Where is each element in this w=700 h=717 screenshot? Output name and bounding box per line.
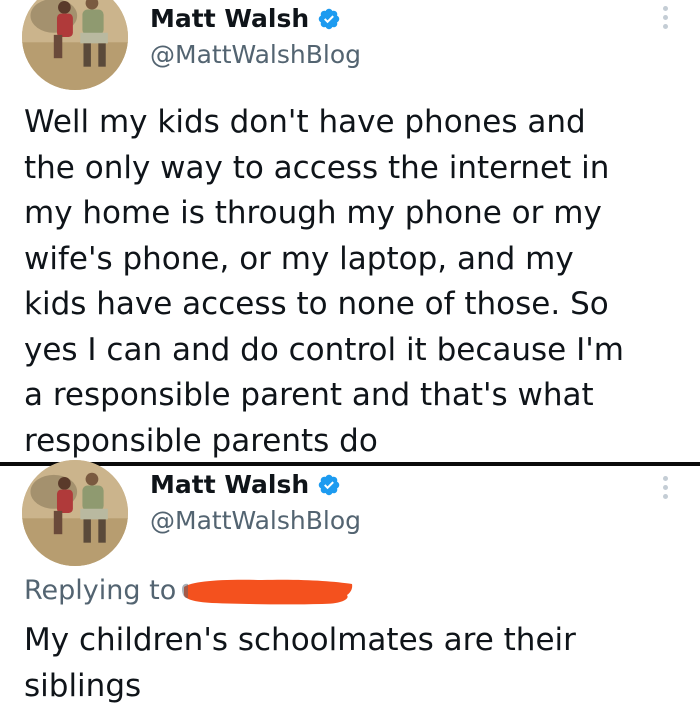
more-options-icon[interactable] <box>662 6 668 29</box>
tweet-1: Matt Walsh @MattWalshBlog Well my kids d… <box>0 0 700 462</box>
more-options-icon[interactable] <box>662 476 668 499</box>
author-name-row: Matt Walsh <box>150 468 341 502</box>
replying-to-label: Replying to <box>24 575 177 606</box>
tweet-text: My children's schoolmates are their sibl… <box>24 622 576 704</box>
profile-photo-icon <box>22 460 128 566</box>
redacted-handle <box>182 575 354 607</box>
author-name-row: Matt Walsh <box>150 2 341 36</box>
verified-badge-icon <box>317 473 341 497</box>
avatar[interactable] <box>22 460 128 566</box>
divider <box>0 462 700 466</box>
author-handle[interactable]: @MattWalshBlog <box>150 38 361 72</box>
tweet-2: Matt Walsh @MattWalshBlog Replying to My… <box>0 460 700 717</box>
replying-to: Replying to <box>24 573 354 609</box>
avatar[interactable] <box>22 0 128 90</box>
profile-photo-icon <box>22 0 128 90</box>
tweet-text: Well my kids don't have phones and the o… <box>24 104 624 459</box>
verified-badge-icon <box>317 7 341 31</box>
author-handle[interactable]: @MattWalshBlog <box>150 504 361 538</box>
display-name[interactable]: Matt Walsh <box>150 468 309 502</box>
display-name[interactable]: Matt Walsh <box>150 2 309 36</box>
